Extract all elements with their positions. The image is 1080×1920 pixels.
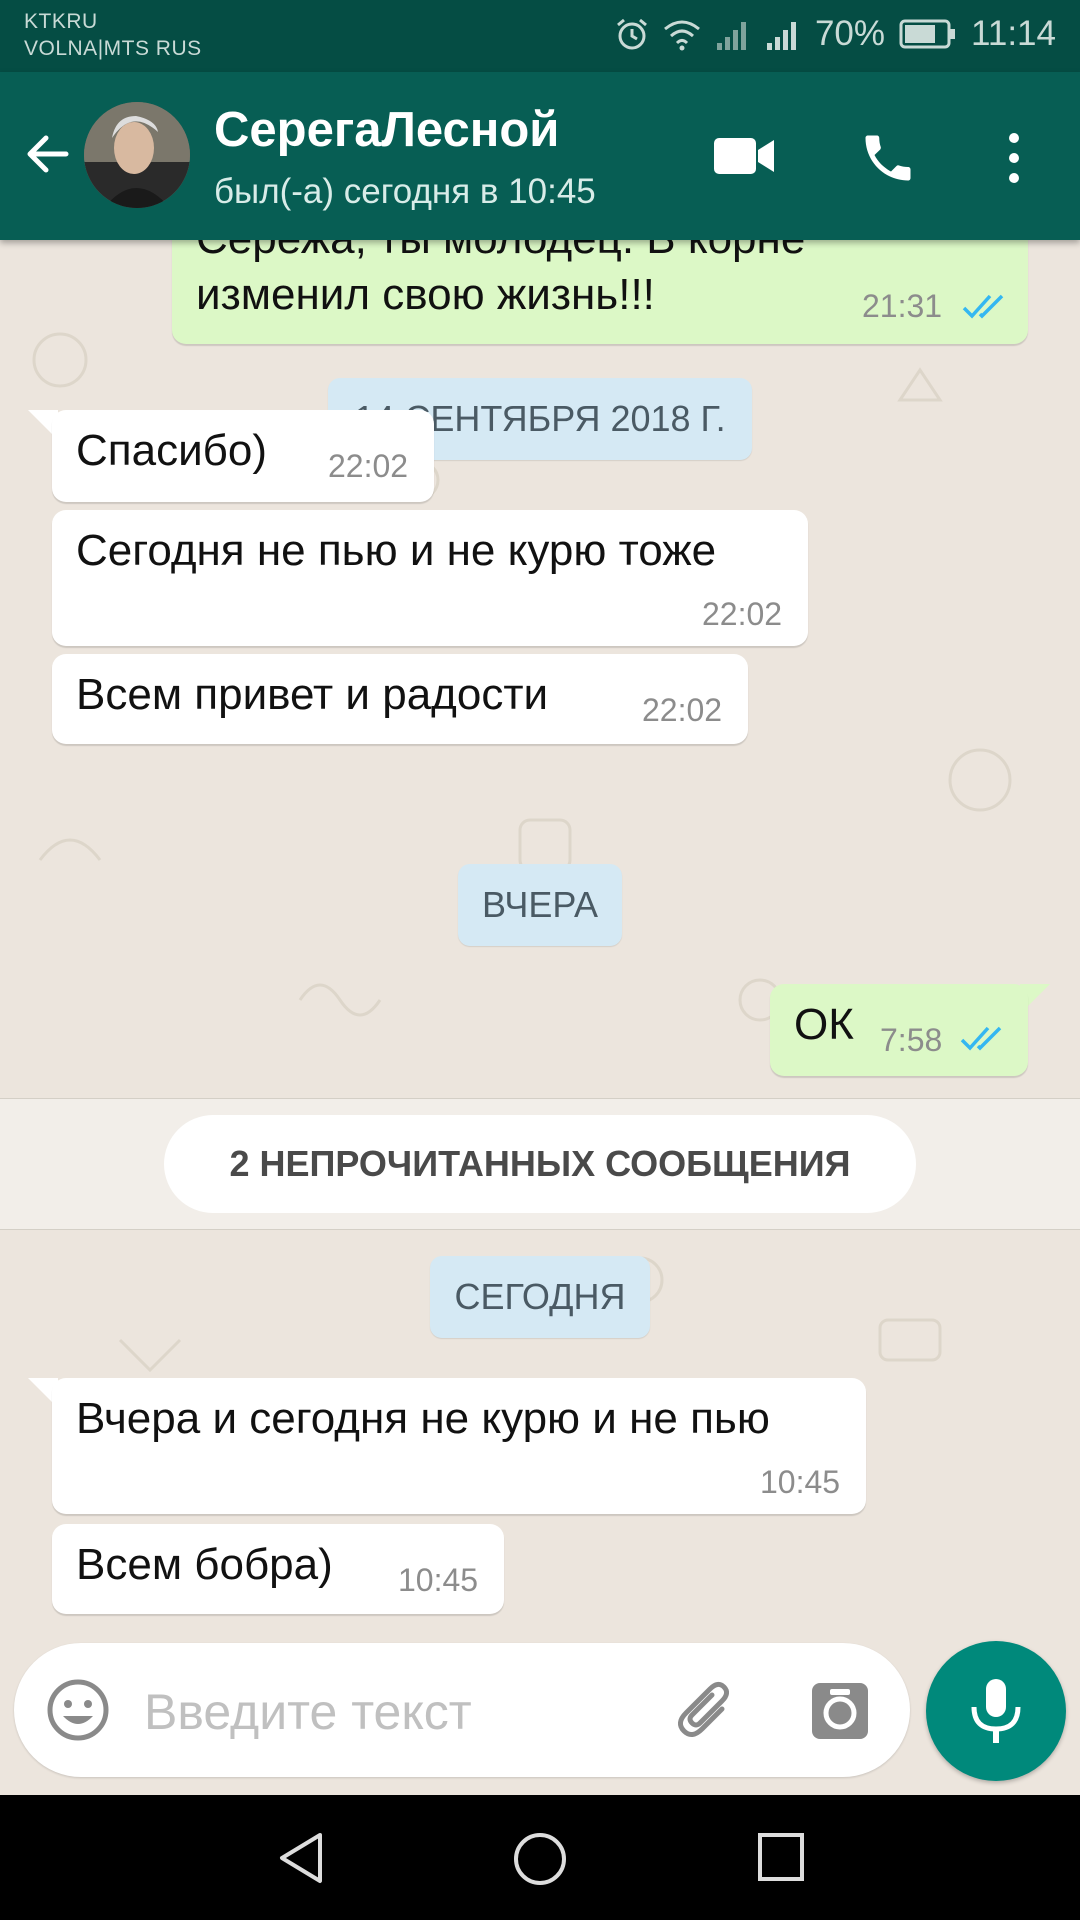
message-text: Сережа, ты молодец. В корне <box>196 240 805 264</box>
video-call-icon[interactable] <box>712 134 776 178</box>
mic-icon <box>971 1679 1021 1743</box>
message-text: изменил свою жизнь!!! <box>196 270 655 319</box>
message-text: Спасибо) <box>76 426 267 475</box>
more-options-icon[interactable] <box>1002 130 1026 186</box>
incoming-message[interactable]: Спасибо) 22:02 <box>52 410 434 502</box>
system-nav-bar <box>0 1795 1080 1920</box>
recents-square-icon[interactable] <box>756 1831 806 1883</box>
message-time: 7:58 <box>880 1022 943 1058</box>
camera-icon[interactable] <box>808 1679 872 1743</box>
date-separator: СЕГОДНЯ <box>430 1256 650 1338</box>
avatar[interactable] <box>84 102 190 208</box>
chat-header: СерегаЛесной был(-а) сегодня в 10:45 <box>0 72 1080 240</box>
emoji-icon[interactable] <box>46 1678 110 1742</box>
message-text: Вчера и сегодня не курю и не пью <box>76 1394 770 1443</box>
incoming-message[interactable]: Всем привет и радости 22:02 <box>52 654 748 744</box>
battery-percent: 70% <box>814 14 885 53</box>
alarm-icon <box>616 18 647 50</box>
date-separator: ВЧЕРА <box>458 864 622 946</box>
message-text: Сегодня не пью и не курю тоже <box>76 526 717 575</box>
last-seen-status: был(-а) сегодня в 10:45 <box>214 172 596 211</box>
message-composer[interactable]: Введите текст <box>14 1643 910 1777</box>
message-time: 10:45 <box>760 1464 841 1500</box>
read-ticks-icon <box>962 294 1004 319</box>
message-time: 22:02 <box>328 448 409 484</box>
incoming-message[interactable]: Сегодня не пью и не курю тоже 22:02 <box>52 510 808 646</box>
mic-button[interactable] <box>926 1641 1066 1781</box>
outgoing-message[interactable]: ОК 7:58 <box>770 984 1028 1076</box>
clock: 11:14 <box>971 14 1056 53</box>
message-input[interactable]: Введите текст <box>144 1683 472 1741</box>
contact-name[interactable]: СерегаЛесной <box>214 102 559 158</box>
chat-area[interactable]: Сережа, ты молодец. В корне изменил свою… <box>0 240 1080 1640</box>
outgoing-message[interactable]: Сережа, ты молодец. В корне изменил свою… <box>172 240 1028 344</box>
message-text: Всем привет и радости <box>76 670 549 719</box>
phone-call-icon[interactable] <box>858 128 918 188</box>
incoming-message[interactable]: Вчера и сегодня не курю и не пью 10:45 <box>52 1378 866 1514</box>
carrier-1: KTKRU <box>24 10 98 33</box>
status-bar: KTKRU VOLNA|MTS RUS 70% 11:14 <box>0 0 1080 72</box>
carrier-info: KTKRU VOLNA|MTS RUS <box>24 8 202 62</box>
attach-icon[interactable] <box>674 1679 738 1743</box>
signal-icon <box>716 22 746 50</box>
unread-messages-label: 2 НЕПРОЧИТАННЫХ СООБЩЕНИЯ <box>164 1115 916 1213</box>
message-time: 22:02 <box>642 692 723 728</box>
unread-messages-divider: 2 НЕПРОЧИТАННЫХ СООБЩЕНИЯ <box>0 1098 1080 1230</box>
read-ticks-icon <box>960 1026 1002 1051</box>
back-arrow-icon[interactable] <box>20 126 76 182</box>
message-text: Всем бобра) <box>76 1540 333 1589</box>
status-icons: 70% 11:14 <box>615 14 1056 54</box>
message-time: 22:02 <box>702 596 783 632</box>
back-triangle-icon[interactable] <box>276 1831 326 1885</box>
battery-icon <box>899 19 955 49</box>
carrier-2: VOLNA|MTS RUS <box>24 37 202 60</box>
roaming-signal-icon <box>766 22 796 50</box>
message-text: ОК <box>794 1000 854 1049</box>
message-time: 21:31 <box>862 288 943 324</box>
home-circle-icon[interactable] <box>512 1831 568 1887</box>
wifi-icon <box>663 20 700 51</box>
message-time: 10:45 <box>398 1562 479 1598</box>
incoming-message[interactable]: Всем бобра) 10:45 <box>52 1524 504 1614</box>
